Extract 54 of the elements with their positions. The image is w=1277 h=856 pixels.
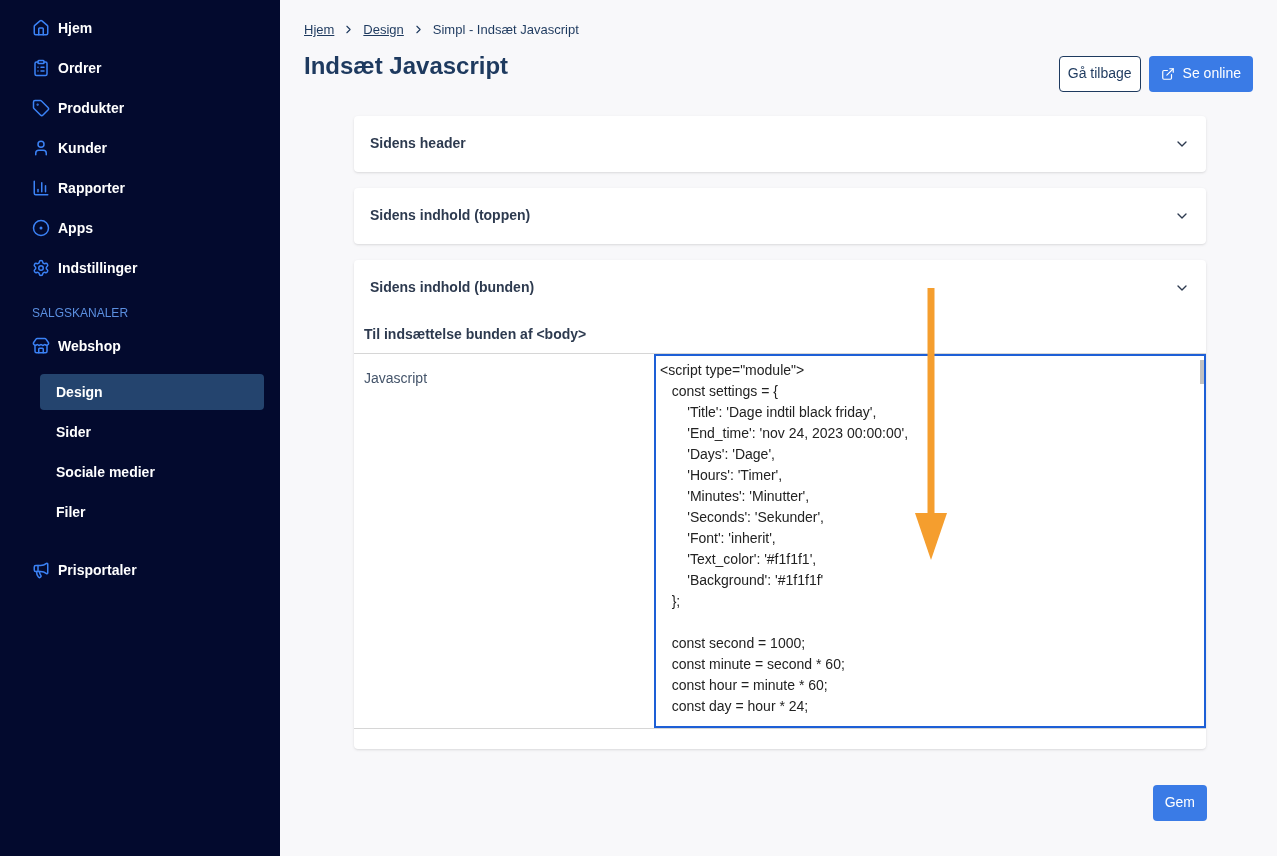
- breadcrumb-current: Simpl - Indsæt Javascript: [432, 21, 579, 39]
- sidebar-item[interactable]: Indstillinger: [0, 248, 280, 288]
- megaphone-icon: [32, 561, 50, 579]
- list-icon: [32, 59, 50, 77]
- sidebar-subitem[interactable]: Sider: [40, 414, 264, 450]
- sidebar-item[interactable]: Rapporter: [0, 168, 280, 208]
- external-link-icon: [1160, 66, 1175, 81]
- person-icon: [32, 139, 50, 157]
- breadcrumb-link[interactable]: Hjem: [304, 20, 335, 40]
- accordion-header[interactable]: Sidens indhold (bunden): [354, 259, 1206, 316]
- section-subtitle: Til indsættelse bunden af <body>: [354, 315, 1206, 354]
- settings-icon: [32, 259, 50, 277]
- circle-icon: [32, 219, 50, 237]
- code-line: };: [670, 591, 681, 611]
- sidebar-item[interactable]: Webshop: [0, 326, 280, 366]
- sidebar-item[interactable]: Kunder: [0, 128, 280, 168]
- sidebar-item[interactable]: Hjem: [0, 8, 280, 48]
- code-line: 'Seconds': 'Sekunder',: [686, 507, 824, 527]
- sidebar-subitem[interactable]: Filer: [40, 494, 264, 530]
- code-line: <script type="module">: [660, 360, 805, 380]
- code-line: 'Background': '#1f1f1f': [686, 570, 824, 590]
- accordion-header[interactable]: Sidens indhold (toppen): [354, 187, 1206, 244]
- code-line: 'Font': 'inherit',: [686, 528, 776, 548]
- tag-icon: [32, 99, 50, 117]
- accordion-header[interactable]: Sidens header: [354, 115, 1206, 172]
- page-title: Indsæt Javascript: [304, 50, 509, 81]
- code-line: const day = hour * 24;: [670, 696, 809, 716]
- sidebar-subitem[interactable]: Sociale medier: [40, 454, 264, 490]
- scrollbar-thumb[interactable]: [1200, 359, 1204, 384]
- house-icon: [32, 19, 50, 37]
- sidebar-item[interactable]: Prisportaler: [0, 550, 280, 590]
- view-online-button[interactable]: Se online: [1148, 55, 1253, 92]
- sidebar-item[interactable]: Ordrer: [0, 48, 280, 88]
- code-line: 'Title': 'Dage indtil black friday',: [686, 402, 877, 422]
- sidebar-item[interactable]: Produkter: [0, 88, 280, 128]
- code-line: const second = 1000;: [670, 633, 806, 653]
- code-line: 'Days': 'Dage',: [686, 444, 775, 464]
- section-title: SALGSKANALER: [31, 305, 130, 322]
- breadcrumb-link[interactable]: Design: [363, 20, 404, 40]
- code-line: 'Hours': 'Timer',: [686, 465, 783, 485]
- field-label: Javascript: [364, 369, 428, 386]
- code-line: 'End_time': 'nov 24, 2023 00:00:00',: [686, 423, 909, 443]
- sidebar-item[interactable]: Apps: [0, 208, 280, 248]
- store-icon: [32, 337, 50, 355]
- code-line: const minute = second * 60;: [670, 654, 845, 674]
- code-editor[interactable]: [654, 353, 1206, 728]
- sidebar-subitem[interactable]: Design: [40, 374, 264, 410]
- code-line: const settings = {: [670, 381, 778, 401]
- code-line: const hour = minute * 60;: [670, 675, 828, 695]
- back-button[interactable]: Gå tilbage: [1058, 55, 1141, 92]
- bar-chart-icon: [32, 179, 50, 197]
- code-line: 'Text_color': '#f1f1f1',: [686, 549, 817, 569]
- code-line: 'Minutes': 'Minutter',: [686, 486, 810, 506]
- save-button[interactable]: Gem: [1152, 784, 1207, 821]
